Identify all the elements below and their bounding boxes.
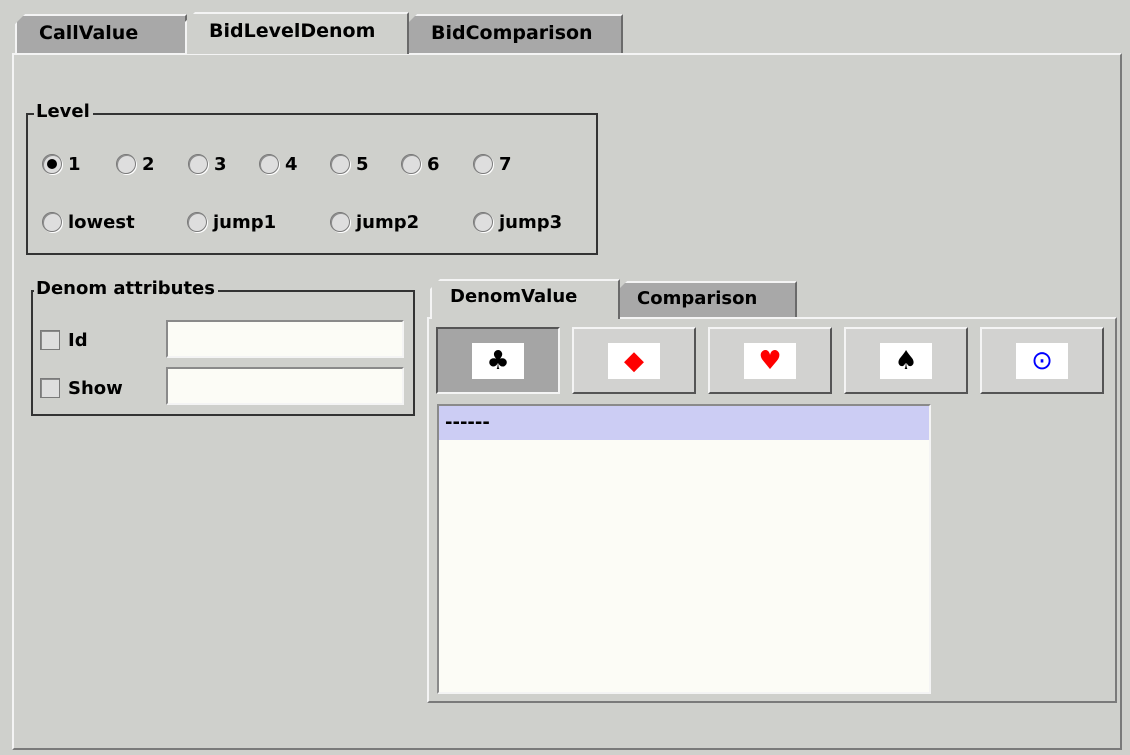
level-radio-4[interactable]: 4	[259, 150, 298, 178]
radio-icon	[473, 212, 493, 232]
radio-icon	[259, 154, 279, 174]
checkbox-icon	[40, 330, 60, 350]
tab-comparison[interactable]: Comparison	[617, 281, 797, 319]
diamond-icon: ◆	[608, 342, 660, 379]
radio-icon	[116, 154, 136, 174]
tab-denomvalue[interactable]: DenomValue	[430, 279, 620, 319]
level-radio-2[interactable]: 2	[116, 150, 155, 178]
level-radio-7[interactable]: 7	[473, 150, 512, 178]
diamond-button[interactable]: ◆	[572, 327, 696, 394]
radio-icon	[188, 154, 208, 174]
club-button[interactable]: ♣	[436, 327, 560, 394]
list-item[interactable]: ------	[439, 406, 929, 440]
level-legend: Level	[34, 101, 93, 123]
level-radio-jump2[interactable]: jump2	[330, 208, 419, 236]
checkbox-icon	[40, 378, 60, 398]
level-radio-5[interactable]: 5	[330, 150, 369, 178]
id-checkbox[interactable]: Id	[40, 327, 88, 353]
notrump-button[interactable]: ⊙	[980, 327, 1104, 394]
level-radio-jump3[interactable]: jump3	[473, 208, 562, 236]
tab-bidcomparison[interactable]: BidComparison	[407, 14, 623, 54]
denom-attributes-legend: Denom attributes	[34, 278, 218, 300]
level-radio-lowest[interactable]: lowest	[42, 208, 135, 236]
tab-bidleveldenom[interactable]: BidLevelDenom	[185, 12, 409, 54]
radio-selected-icon	[42, 154, 62, 174]
club-icon: ♣	[472, 342, 524, 379]
radio-icon	[473, 154, 493, 174]
notrump-icon: ⊙	[1016, 342, 1068, 379]
heart-button[interactable]: ♥	[708, 327, 832, 394]
denom-list[interactable]: ------	[437, 404, 931, 694]
radio-icon	[330, 212, 350, 232]
radio-icon	[187, 212, 207, 232]
heart-icon: ♥	[744, 342, 796, 379]
radio-icon	[401, 154, 421, 174]
level-radio-6[interactable]: 6	[401, 150, 440, 178]
radio-icon	[42, 212, 62, 232]
spade-icon: ♠	[880, 342, 932, 379]
level-radio-1[interactable]: 1	[42, 150, 81, 178]
id-field[interactable]	[166, 320, 404, 358]
show-checkbox[interactable]: Show	[40, 375, 123, 401]
show-field[interactable]	[166, 367, 404, 405]
level-radio-3[interactable]: 3	[188, 150, 227, 178]
tab-callvalue[interactable]: CallValue	[15, 14, 187, 54]
level-radio-jump1[interactable]: jump1	[187, 208, 276, 236]
radio-icon	[330, 154, 350, 174]
spade-button[interactable]: ♠	[844, 327, 968, 394]
